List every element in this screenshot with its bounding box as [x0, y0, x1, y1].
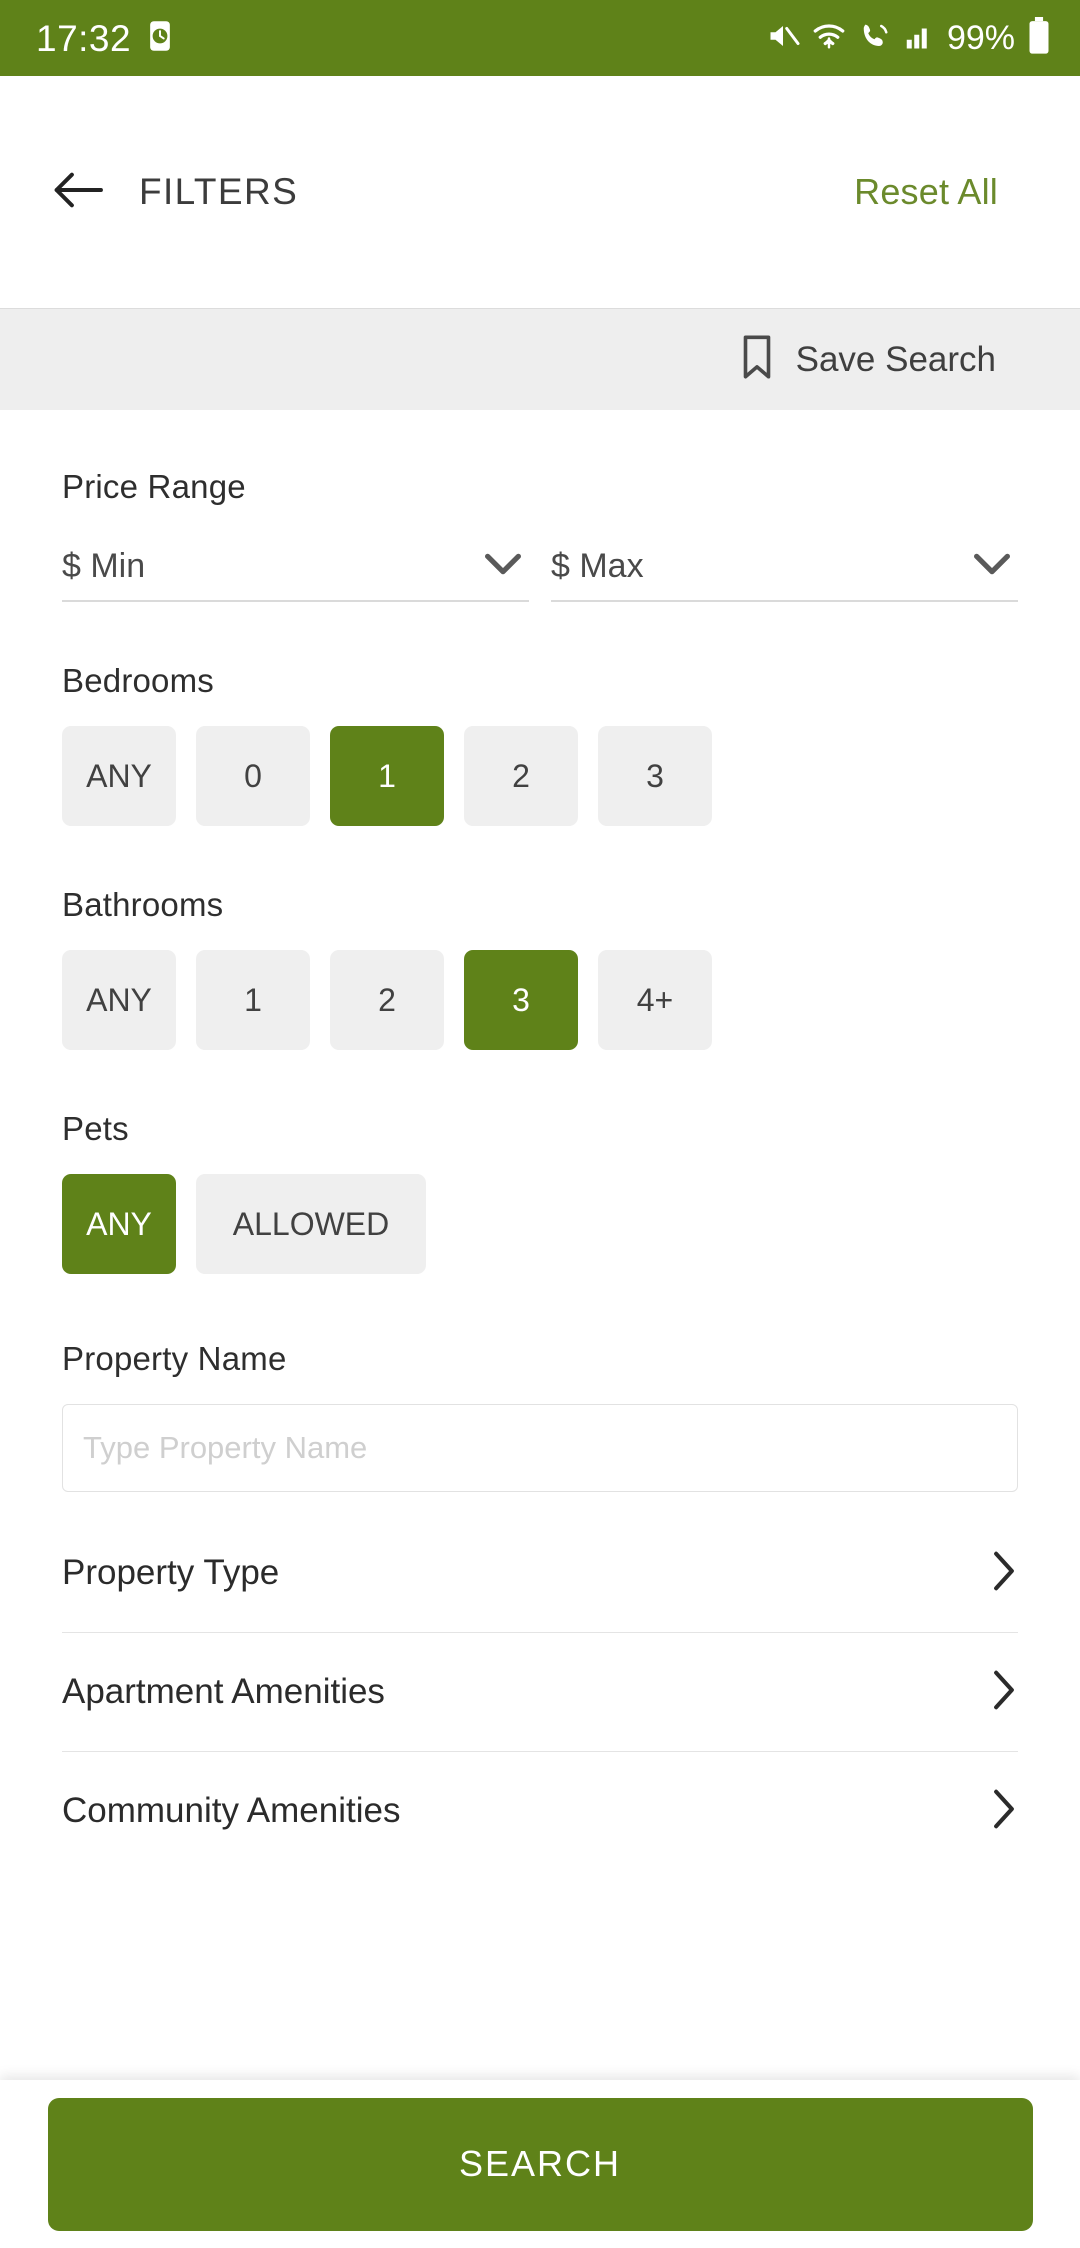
community-amenities-label: Community Amenities: [62, 1791, 401, 1830]
community-amenities-row[interactable]: Community Amenities: [62, 1752, 1018, 1870]
property-type-row[interactable]: Property Type: [62, 1514, 1018, 1632]
back-arrow-icon: [52, 170, 104, 215]
bathrooms-section: Bathrooms ANY 1 2 3 4+: [62, 886, 1018, 1050]
chevron-right-icon: [990, 1549, 1018, 1598]
property-type-label: Property Type: [62, 1553, 280, 1592]
bedrooms-option[interactable]: 2: [464, 726, 578, 826]
property-name-section: Property Name: [62, 1340, 1018, 1492]
price-range-row: $ Min $ Max: [62, 532, 1018, 602]
battery-percent: 99%: [946, 19, 1015, 57]
bathrooms-option[interactable]: ANY: [62, 950, 176, 1050]
price-min-dropdown[interactable]: $ Min: [62, 532, 529, 602]
wifi-icon: [811, 21, 847, 56]
battery-icon: [1026, 16, 1052, 60]
price-min-value: $ Min: [62, 546, 146, 585]
bathrooms-title: Bathrooms: [62, 886, 224, 923]
price-range-title: Price Range: [62, 468, 246, 505]
pets-options: ANY ALLOWED: [62, 1174, 1018, 1274]
status-bar-left: 17:32: [36, 20, 175, 57]
pets-title: Pets: [62, 1110, 129, 1147]
bedrooms-section: Bedrooms ANY 0 1 2 3: [62, 662, 1018, 826]
chevron-down-icon: [483, 551, 523, 582]
page-header: FILTERS Reset All: [0, 76, 1080, 308]
call-icon: [858, 21, 892, 56]
chevron-right-icon: [990, 1668, 1018, 1717]
page-title: FILTERS: [139, 171, 299, 212]
header-left: FILTERS: [50, 164, 298, 220]
bathrooms-options: ANY 1 2 3 4+: [62, 950, 1018, 1050]
status-bar-right: 99%: [766, 16, 1052, 60]
pets-section: Pets ANY ALLOWED: [62, 1110, 1018, 1274]
save-search-label: Save Search: [795, 339, 996, 379]
bedrooms-options: ANY 0 1 2 3: [62, 726, 1018, 826]
status-time: 17:32: [36, 17, 132, 59]
bathrooms-option[interactable]: 4+: [598, 950, 712, 1050]
save-search-bar: Save Search: [0, 308, 1080, 410]
bedrooms-title: Bedrooms: [62, 662, 215, 699]
bedrooms-option[interactable]: 0: [196, 726, 310, 826]
pets-option[interactable]: ALLOWED: [196, 1174, 426, 1274]
mute-icon: [766, 21, 800, 56]
chevron-right-icon: [990, 1787, 1018, 1836]
filter-nav-list: Property Type Apartment Amenities Commun…: [62, 1514, 1018, 1870]
back-button[interactable]: [50, 164, 106, 220]
reset-all-button[interactable]: Reset All: [854, 171, 998, 213]
search-button[interactable]: SEARCH: [47, 2097, 1033, 2231]
pets-option[interactable]: ANY: [62, 1174, 176, 1274]
alarm-clock-icon: [145, 20, 175, 57]
property-name-title: Property Name: [62, 1340, 287, 1377]
bedrooms-option[interactable]: 1: [330, 726, 444, 826]
filters-content: Price Range $ Min $ Max Bedrooms ANY 0 1…: [0, 410, 1080, 2248]
price-range-section: Price Range $ Min $ Max: [62, 410, 1018, 602]
price-max-value: $ Max: [551, 546, 644, 585]
bedrooms-option[interactable]: 3: [598, 726, 712, 826]
signal-icon: [903, 21, 933, 56]
bathrooms-option[interactable]: 1: [196, 950, 310, 1050]
chevron-down-icon: [972, 551, 1012, 582]
apartment-amenities-row[interactable]: Apartment Amenities: [62, 1633, 1018, 1751]
property-name-input[interactable]: [62, 1404, 1018, 1492]
bottom-action-bar: SEARCH: [0, 2080, 1080, 2248]
bedrooms-option[interactable]: ANY: [62, 726, 176, 826]
bathrooms-option[interactable]: 2: [330, 950, 444, 1050]
save-search-button[interactable]: Save Search: [738, 334, 996, 385]
status-bar: 17:32 99%: [0, 0, 1080, 76]
apartment-amenities-label: Apartment Amenities: [62, 1672, 385, 1711]
price-max-dropdown[interactable]: $ Max: [551, 532, 1018, 602]
bookmark-icon: [738, 334, 776, 385]
bathrooms-option[interactable]: 3: [464, 950, 578, 1050]
